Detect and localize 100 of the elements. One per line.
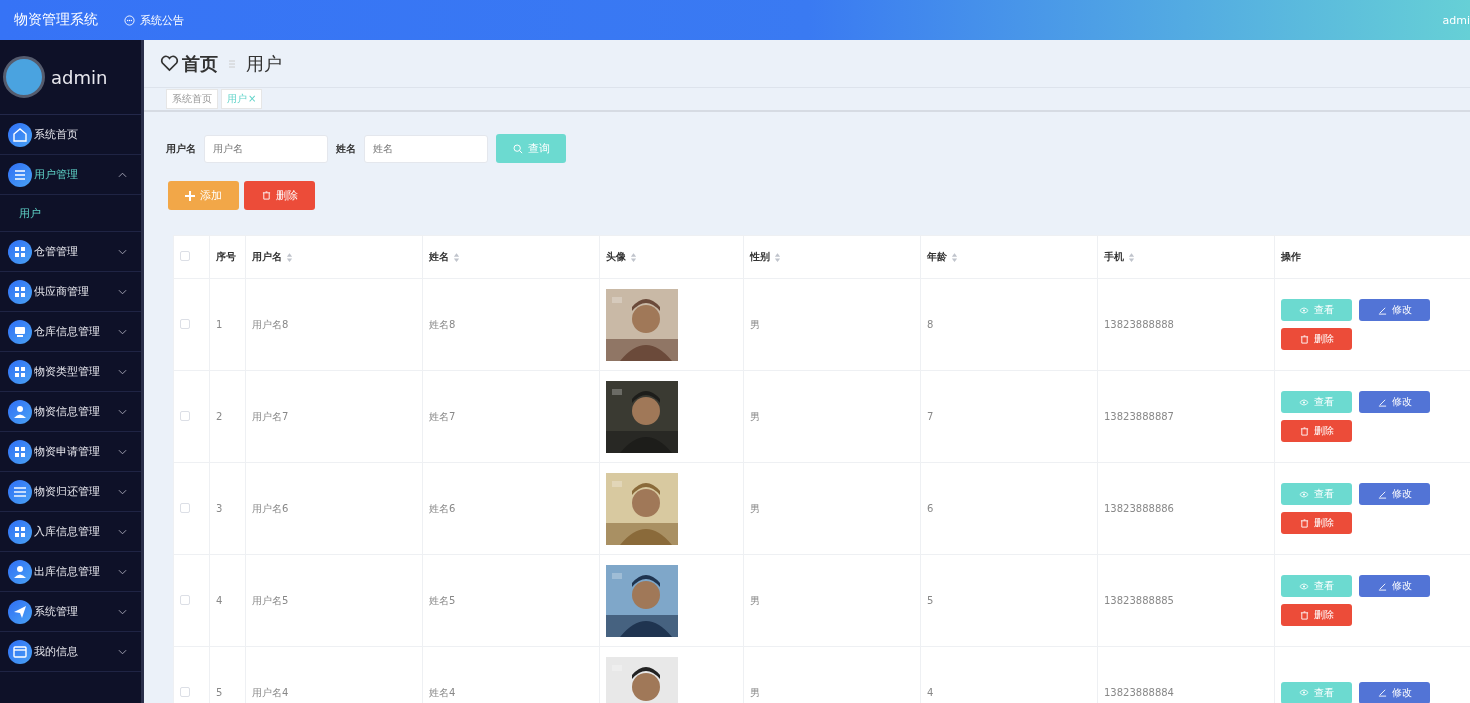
row-checkbox[interactable]	[180, 410, 190, 421]
column-header[interactable]: 手机	[1097, 235, 1275, 279]
chat-icon	[124, 14, 135, 26]
menu-item[interactable]: 我的信息	[0, 632, 141, 672]
field-label: 用户名	[166, 141, 196, 156]
column-header[interactable]: 年龄	[920, 235, 1098, 279]
menu-item[interactable]: 系统首页	[0, 115, 141, 155]
eye-icon	[1299, 398, 1309, 406]
delete-button[interactable]: 删除	[244, 181, 315, 210]
menu-item[interactable]: 物资信息管理	[0, 392, 141, 432]
sort-icon[interactable]	[453, 251, 460, 263]
menu-item[interactable]: 仓库信息管理	[0, 312, 141, 352]
sort-icon[interactable]	[630, 251, 637, 263]
menu-item[interactable]: 物资申请管理	[0, 432, 141, 472]
sort-icon[interactable]	[951, 251, 958, 263]
delete-button[interactable]: 删除	[1281, 420, 1352, 442]
edit-button[interactable]: 修改	[1359, 483, 1430, 505]
delete-button[interactable]: 删除	[1281, 328, 1352, 350]
row-checkbox[interactable]	[180, 686, 190, 697]
menu-item[interactable]: 供应商管理	[0, 272, 141, 312]
pencil-icon	[1377, 305, 1387, 315]
chevron-down-icon	[118, 488, 127, 495]
table-cell: 用户名7	[252, 410, 289, 422]
edit-button[interactable]: 修改	[1359, 299, 1430, 321]
table-cell: 13823888884	[1104, 687, 1174, 698]
column-header[interactable]: 性别	[743, 235, 921, 279]
sort-icon[interactable]	[1128, 251, 1135, 263]
select-all-checkbox[interactable]	[180, 251, 190, 261]
trash-icon	[1299, 426, 1309, 436]
column-header[interactable]: 用户名	[245, 235, 423, 279]
column-header[interactable]: 操作	[1274, 235, 1470, 279]
chevron-down-icon	[118, 248, 127, 255]
grid-icon	[8, 359, 32, 384]
grid-icon	[8, 519, 32, 544]
field-label: 姓名	[336, 141, 356, 156]
chevron-down-icon	[118, 528, 127, 535]
menu-item[interactable]: 仓管管理	[0, 232, 141, 272]
pencil-icon	[1377, 397, 1387, 407]
plus-icon	[185, 190, 195, 201]
app-title: 物资管理系统	[14, 11, 98, 29]
table-cell: 姓名8	[429, 318, 456, 330]
chevron-up-icon	[118, 171, 127, 178]
column-header[interactable]: 姓名	[422, 235, 600, 279]
chevron-down-icon	[118, 328, 127, 335]
table-cell: 姓名5	[429, 594, 456, 606]
menu-item[interactable]: 入库信息管理	[0, 512, 141, 552]
table-cell: 7	[927, 411, 934, 422]
table-cell: 13823888887	[1104, 411, 1174, 422]
menu-item[interactable]: 物资归还管理	[0, 472, 141, 512]
trash-icon	[1299, 334, 1309, 344]
table-cell: 2	[216, 411, 223, 422]
table-cell: 1	[216, 319, 223, 330]
menu-item[interactable]: 用户管理	[0, 155, 141, 195]
delete-button[interactable]: 删除	[1281, 604, 1352, 626]
table-cell: 5	[216, 687, 223, 698]
table-cell: 3	[216, 503, 223, 514]
input-field[interactable]: 用户名	[204, 134, 328, 163]
table-cell: 用户名8	[252, 318, 289, 330]
column-header[interactable]: 头像	[599, 235, 744, 279]
eye-icon	[1299, 306, 1309, 314]
search-icon	[512, 143, 523, 154]
edit-button[interactable]: 修改	[1359, 575, 1430, 597]
table-cell: 13823888888	[1104, 319, 1174, 330]
sort-icon[interactable]	[774, 251, 781, 263]
input-field[interactable]: 姓名	[364, 134, 488, 163]
trash-icon	[1299, 518, 1309, 528]
eye-icon	[1299, 582, 1309, 590]
eye-icon	[1299, 689, 1309, 696]
row-checkbox[interactable]	[180, 502, 190, 513]
table-cell: 4	[927, 687, 934, 698]
table-cell: 5	[927, 595, 934, 606]
grid-icon	[8, 439, 32, 464]
table-cell: 8	[927, 319, 934, 330]
table-cell: 用户名6	[252, 502, 289, 514]
sort-icon[interactable]	[286, 251, 293, 263]
notice-link[interactable]: 系统公告	[124, 12, 184, 28]
column-header[interactable]: 序号	[209, 235, 246, 279]
submenu-item[interactable]: 用户	[0, 195, 141, 232]
trash-icon	[1299, 610, 1309, 620]
menu-item[interactable]: 物资类型管理	[0, 352, 141, 392]
person-icon	[8, 399, 32, 424]
row-checkbox[interactable]	[180, 594, 190, 605]
home-icon	[8, 122, 32, 147]
edit-button[interactable]: 修改	[1359, 391, 1430, 413]
heart-icon	[160, 55, 179, 72]
table-cell: 男	[750, 318, 760, 330]
table-cell: 男	[750, 594, 760, 606]
menu-item[interactable]: 系统管理	[0, 592, 141, 632]
chevron-down-icon	[118, 608, 127, 615]
breadcrumb-home[interactable]: 首页	[182, 51, 218, 76]
table-cell: 男	[750, 410, 760, 422]
table-cell: 6	[927, 503, 934, 514]
pencil-icon	[1377, 581, 1387, 591]
chevron-down-icon	[118, 648, 127, 655]
menu-item[interactable]: 出库信息管理	[0, 552, 141, 592]
edit-button[interactable]: 修改	[1359, 681, 1430, 703]
delete-button[interactable]: 删除	[1281, 512, 1352, 534]
row-checkbox[interactable]	[180, 318, 190, 329]
table-cell: 姓名4	[429, 686, 456, 698]
chevron-down-icon	[118, 568, 127, 575]
